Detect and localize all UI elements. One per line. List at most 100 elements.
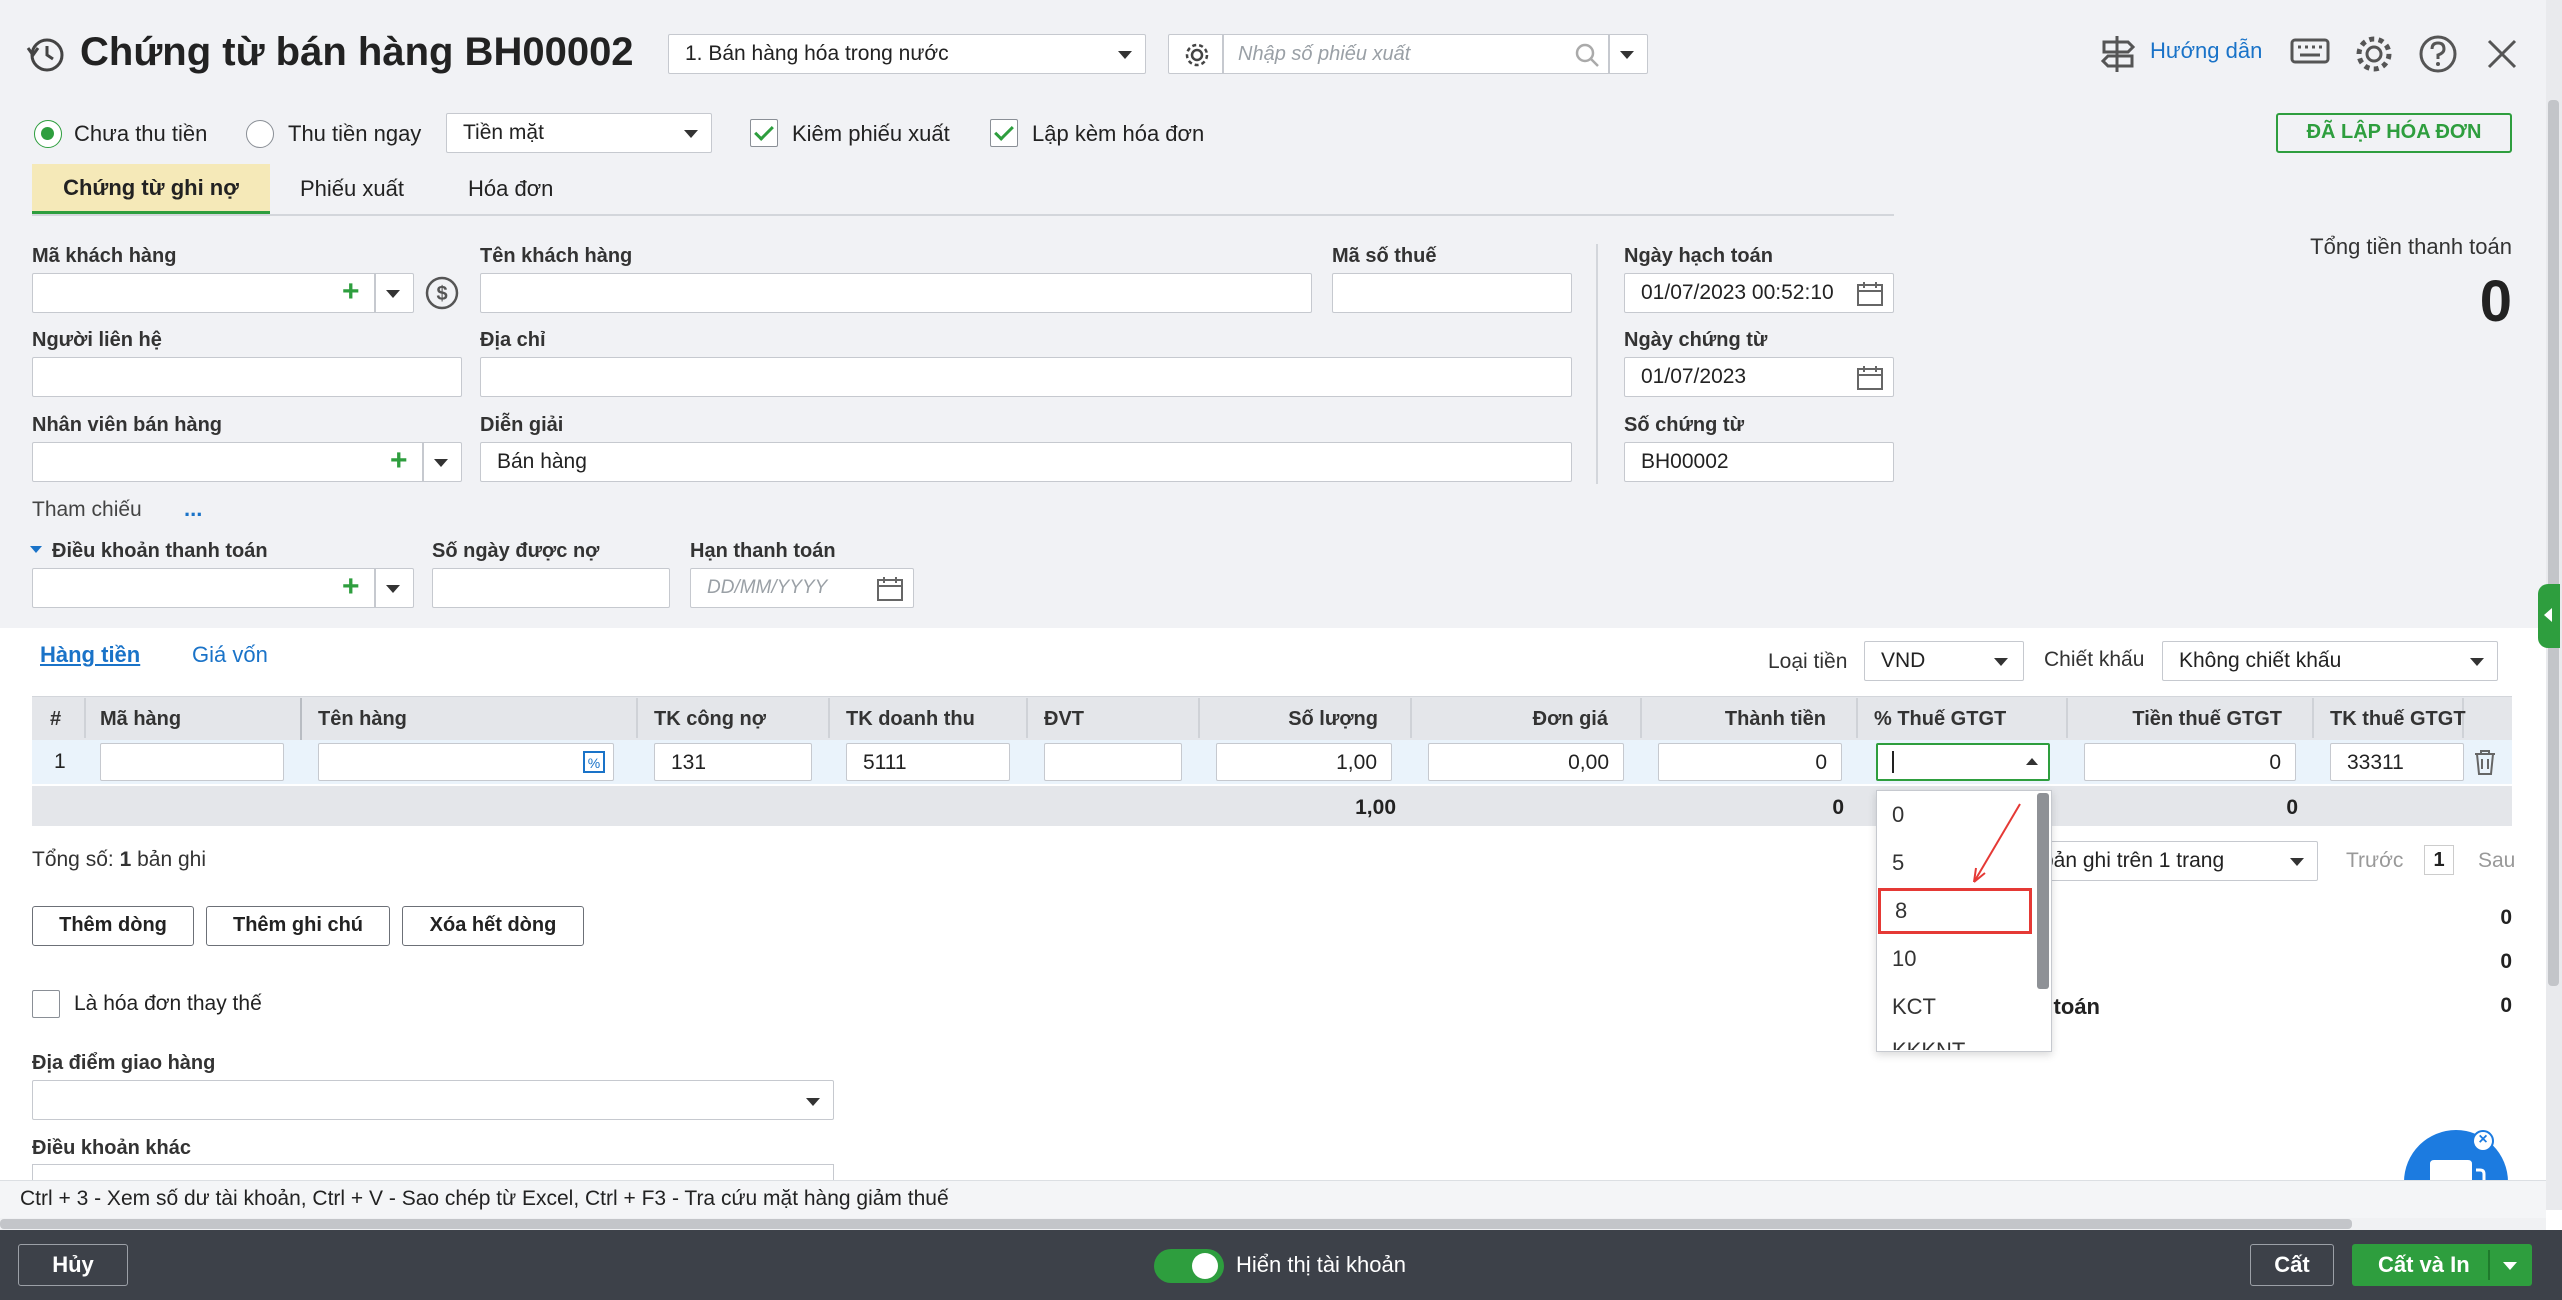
export-slip-checkbox[interactable] <box>750 119 778 147</box>
pager-current-page[interactable]: 1 <box>2424 845 2454 875</box>
chevron-up-icon[interactable] <box>2026 758 2038 765</box>
pager-next[interactable]: Sau <box>2478 849 2515 873</box>
vat-account-cell[interactable]: 33311 <box>2330 743 2464 781</box>
col-header-revenue-account[interactable]: TK doanh thu <box>846 698 975 740</box>
trash-icon[interactable] <box>2472 748 2498 776</box>
paid-label: Thu tiền ngay <box>288 121 422 146</box>
vat-option-highlighted[interactable]: 8 <box>1878 888 2032 934</box>
item-code-cell[interactable] <box>100 743 284 781</box>
tab-cost[interactable]: Giá vốn <box>192 642 268 668</box>
address-label: Địa chỉ <box>480 329 546 351</box>
debt-account-cell[interactable]: 131 <box>654 743 812 781</box>
tab-goods[interactable]: Hàng tiền <box>40 642 140 668</box>
gear-icon[interactable] <box>1184 42 1210 68</box>
calendar-icon[interactable] <box>1856 280 1884 308</box>
tab-debt-voucher[interactable]: Chứng từ ghi nợ <box>32 164 270 214</box>
save-button[interactable]: Cất <box>2250 1244 2334 1286</box>
pager-prev[interactable]: Trước <box>2346 849 2403 873</box>
chevron-down-icon[interactable] <box>2503 1262 2517 1270</box>
unpaid-radio[interactable] <box>34 120 62 148</box>
settings-icon[interactable] <box>2354 34 2394 74</box>
vat-option[interactable]: KCT <box>1878 984 2028 1030</box>
tab-invoice[interactable]: Hóa đơn <box>468 176 553 202</box>
col-header-item-code[interactable]: Mã hàng <box>100 698 181 740</box>
col-divider <box>2312 698 2314 738</box>
contact-input[interactable] <box>32 357 462 397</box>
vat-option[interactable]: 10 <box>1878 936 2028 982</box>
discount-percent-icon[interactable]: % <box>582 750 606 774</box>
col-header-quantity[interactable]: Số lượng <box>1210 698 1378 740</box>
discount-select[interactable]: Không chiết khấu <box>2162 641 2498 681</box>
dollar-icon[interactable]: $ <box>424 275 460 311</box>
col-header-amount[interactable]: Thành tiền <box>1650 698 1826 740</box>
invoiced-button[interactable]: ĐÃ LẬP HÓA ĐƠN <box>2276 113 2512 153</box>
dropdown-scrollbar[interactable] <box>2037 793 2049 989</box>
close-icon[interactable] <box>2486 38 2518 70</box>
quantity-cell[interactable]: 1,00 <box>1216 743 1392 781</box>
invoice-checkbox[interactable] <box>990 119 1018 147</box>
col-header-unit[interactable]: ĐVT <box>1044 698 1084 740</box>
chevron-down-icon[interactable] <box>386 585 400 593</box>
description-input[interactable]: Bán hàng <box>480 442 1572 482</box>
sale-type-select[interactable]: 1. Bán hàng hóa trong nước <box>668 34 1146 74</box>
add-note-button[interactable]: Thêm ghi chú <box>206 906 390 946</box>
vat-amount-cell[interactable]: 0 <box>2084 743 2296 781</box>
show-account-label: Hiển thị tài khoản <box>1236 1252 1406 1277</box>
chevron-down-icon[interactable] <box>386 290 400 298</box>
debt-account-value: 131 <box>671 751 707 774</box>
unit-price-cell[interactable]: 0,00 <box>1428 743 1624 781</box>
discount-label: Chiết khấu <box>2044 648 2145 671</box>
tab-export-slip[interactable]: Phiếu xuất <box>300 176 404 202</box>
col-header-item-name[interactable]: Tên hàng <box>318 698 407 740</box>
add-row-button[interactable]: Thêm dòng <box>32 906 194 946</box>
chevron-down-icon[interactable] <box>1620 51 1634 59</box>
payment-method-select[interactable]: Tiền mặt <box>446 113 712 153</box>
signpost-icon[interactable] <box>2100 34 2136 74</box>
col-header-unit-price[interactable]: Đơn giá <box>1420 698 1608 740</box>
delivery-place-select[interactable] <box>32 1080 834 1120</box>
add-icon[interactable]: + <box>342 569 360 605</box>
item-name-cell[interactable] <box>318 743 614 781</box>
cancel-button[interactable]: Hủy <box>18 1244 128 1286</box>
salesperson-label: Nhân viên bán hàng <box>32 414 223 436</box>
other-terms-input[interactable] <box>32 1164 834 1180</box>
tax-code-input[interactable] <box>1332 273 1572 313</box>
chat-close-icon[interactable]: × <box>2472 1130 2494 1152</box>
total-quantity: 1,00 <box>1355 796 1396 819</box>
h-scrollbar-thumb[interactable] <box>0 1219 2352 1229</box>
posting-date-input[interactable]: 01/07/2023 00:52:10 <box>1624 273 1894 313</box>
col-header-vat-account[interactable]: TK thuế GTGT <box>2330 698 2466 740</box>
calendar-icon[interactable] <box>876 575 904 603</box>
scrollbar-thumb[interactable] <box>2548 100 2559 986</box>
revenue-account-cell[interactable]: 5111 <box>846 743 1010 781</box>
history-icon[interactable] <box>26 34 66 74</box>
address-input[interactable] <box>480 357 1572 397</box>
col-header-vat-rate[interactable]: % Thuế GTGT <box>1874 698 2006 740</box>
voucher-date-input[interactable]: 01/07/2023 <box>1624 357 1894 397</box>
search-icon[interactable] <box>1574 42 1600 68</box>
voucher-search-input[interactable]: Nhập số phiếu xuất <box>1238 43 1410 66</box>
unit-cell[interactable] <box>1044 743 1182 781</box>
vat-option-clipped[interactable]: KKKNT <box>1878 1030 2036 1050</box>
add-icon[interactable]: + <box>390 443 408 479</box>
credit-days-input[interactable] <box>432 568 670 608</box>
reference-more-link[interactable]: ... <box>184 496 202 522</box>
calendar-icon[interactable] <box>1856 364 1884 392</box>
voucher-no-input[interactable]: BH00002 <box>1624 442 1894 482</box>
add-icon[interactable]: + <box>342 274 360 310</box>
replacement-invoice-checkbox[interactable] <box>32 990 60 1018</box>
amount-cell[interactable]: 0 <box>1658 743 1842 781</box>
help-link[interactable]: Hướng dẫn <box>2150 38 2262 64</box>
collapse-icon[interactable] <box>30 546 42 553</box>
customer-name-input[interactable] <box>480 273 1312 313</box>
chevron-down-icon[interactable] <box>434 459 448 467</box>
divider <box>374 274 376 312</box>
col-header-debt-account[interactable]: TK công nợ <box>654 698 766 740</box>
record-count-value: 1 <box>119 848 132 871</box>
delete-all-button[interactable]: Xóa hết dòng <box>402 906 584 946</box>
keyboard-icon[interactable] <box>2290 38 2330 68</box>
paid-radio[interactable] <box>246 120 274 148</box>
col-header-vat-amount[interactable]: Tiền thuế GTGT <box>2076 698 2282 740</box>
help-icon[interactable] <box>2418 34 2458 74</box>
vat-rate-cell[interactable] <box>1876 743 2050 781</box>
